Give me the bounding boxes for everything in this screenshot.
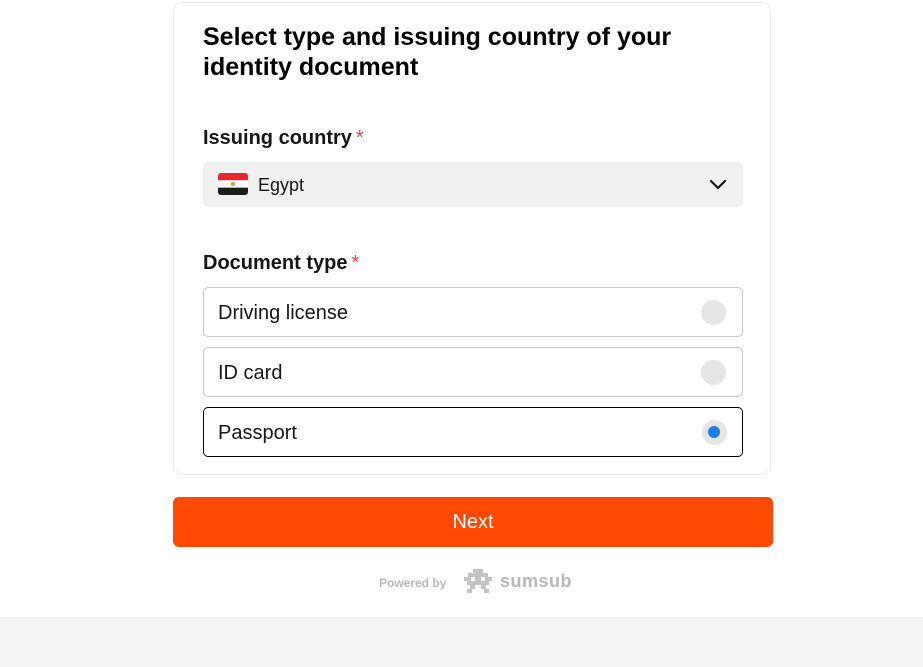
issuing-country-select[interactable]: Egypt — [203, 162, 743, 207]
egypt-flag-icon — [218, 173, 248, 195]
issuing-country-label: Issuing country * — [203, 126, 364, 150]
sumsub-logo-icon — [462, 568, 494, 594]
chevron-down-icon — [709, 176, 727, 194]
document-selection-card: Select type and issuing country of your … — [173, 2, 771, 475]
option-label: Driving license — [218, 302, 349, 324]
option-id-card[interactable]: ID card — [203, 347, 743, 397]
required-asterisk: * — [351, 252, 360, 274]
radio-unselected[interactable] — [701, 360, 726, 385]
issuing-country-label-text: Issuing country — [203, 127, 352, 149]
option-label: ID card — [218, 362, 283, 384]
powered-by-text: Powered by — [379, 576, 447, 590]
document-type-label-text: Document type — [203, 252, 348, 274]
option-driving-license[interactable]: Driving license — [203, 287, 743, 337]
radio-selected[interactable] — [701, 419, 727, 445]
next-button[interactable]: Next — [173, 497, 773, 547]
page-title: Select type and issuing country of your … — [203, 23, 672, 81]
powered-by-sumsub[interactable]: Powered by sumsub — [379, 568, 579, 594]
required-asterisk: * — [355, 127, 364, 149]
document-type-label: Document type * — [203, 251, 359, 275]
option-passport[interactable]: Passport — [203, 407, 743, 457]
option-label: Passport — [218, 421, 297, 444]
radio-selected-dot — [708, 426, 720, 438]
page-footer-band — [0, 617, 923, 667]
selected-country: Egypt — [258, 175, 305, 195]
radio-unselected[interactable] — [701, 300, 726, 325]
sumsub-logo-text: sumsub — [500, 571, 573, 591]
